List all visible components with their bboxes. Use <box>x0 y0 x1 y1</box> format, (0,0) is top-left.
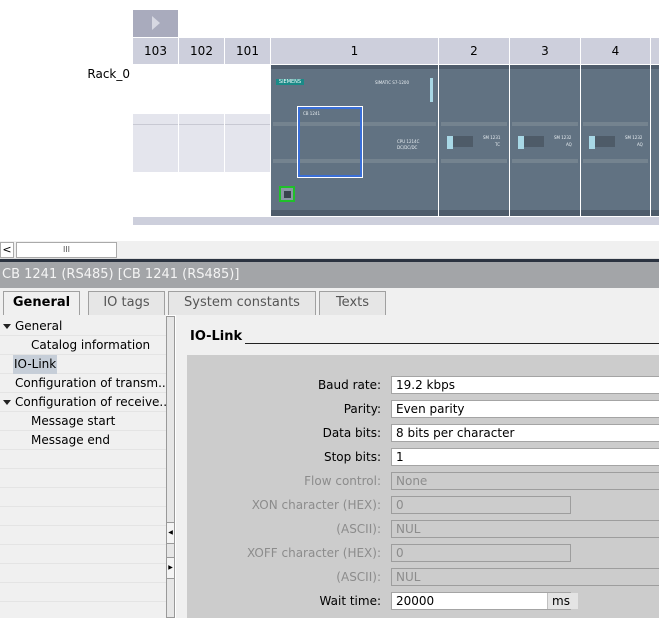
scroll-thumb[interactable]: III <box>16 242 117 258</box>
expand-right-icon[interactable]: ▶ <box>167 557 174 579</box>
tab-system-constants[interactable]: System constants <box>168 291 316 315</box>
empty-slot-103[interactable] <box>133 65 178 216</box>
cpu-type: DC/DC/DC <box>397 145 418 150</box>
stop-bits-label: Stop bits: <box>323 450 381 464</box>
signal-module-2[interactable]: SM 1231 TC <box>439 65 509 216</box>
baud-rate-field[interactable]: 19.2 kbps <box>391 376 659 394</box>
parity-field[interactable]: Even parity <box>391 400 659 418</box>
cpu-module[interactable]: SIEMENS SIMATIC S7-1200 CPU 1214C DC/DC/… <box>271 65 438 216</box>
xon-hex-value: 0 <box>396 498 404 512</box>
parity-label: Parity: <box>343 402 381 416</box>
tree-item-io-link[interactable]: IO-Link <box>0 355 166 374</box>
xoff-hex-field[interactable]: 0 <box>391 544 571 562</box>
cpu-series: SIMATIC S7-1200 <box>375 80 409 85</box>
parity-value: Even parity <box>396 402 465 416</box>
wait-time-unit: ms <box>547 593 578 609</box>
slot-header-103: 103 <box>133 38 178 64</box>
tab-texts[interactable]: Texts <box>319 291 386 315</box>
tree-splitter-scrollbar[interactable]: ◀ ▶ <box>166 316 175 618</box>
tab-io-tags[interactable]: IO tags <box>88 291 165 315</box>
tree-item-config-transmission[interactable]: Configuration of transm... <box>0 374 170 393</box>
flow-control-field[interactable]: None <box>391 472 659 490</box>
next-slot[interactable] <box>651 65 659 216</box>
wait-time-value: 20000 <box>396 594 435 608</box>
inspector-title: CB 1241 (RS485) [CB 1241 (RS485)] <box>0 262 659 288</box>
stop-bits-field[interactable]: 1 <box>391 448 659 466</box>
xoff-ascii-label: (ASCII): <box>336 570 381 584</box>
wait-time-field[interactable]: 20000 ms <box>391 592 578 610</box>
siemens-logo: SIEMENS <box>276 79 304 85</box>
xoff-hex-value: 0 <box>396 546 404 560</box>
slot-header-more <box>651 38 659 64</box>
xon-ascii-value: NUL <box>396 522 421 536</box>
xoff-ascii-field[interactable]: NUL <box>391 568 659 586</box>
baud-rate-label: Baud rate: <box>317 378 381 392</box>
xon-ascii-label: (ASCII): <box>336 522 381 536</box>
slot-header-3: 3 <box>510 38 580 64</box>
xon-hex-field[interactable]: 0 <box>391 496 571 514</box>
tab-general[interactable]: General <box>3 291 80 316</box>
rack-label: Rack_0 <box>87 67 130 81</box>
tree-item-message-start[interactable]: Message start <box>0 412 166 431</box>
slot-header-2: 2 <box>439 38 509 64</box>
cpu-model: CPU 1214C <box>397 139 420 144</box>
data-bits-field[interactable]: 8 bits per character <box>391 424 659 442</box>
signal-module-4[interactable]: SM 1232 AQ <box>581 65 650 216</box>
signal-module-3[interactable]: SM 1232 AQ <box>510 65 580 216</box>
tree-item-message-end[interactable]: Message end <box>0 431 166 450</box>
cb1241-board-selected[interactable]: CB 1241 <box>297 106 363 178</box>
xoff-hex-label: XOFF character (HEX): <box>246 546 381 560</box>
ethernet-port-icon[interactable] <box>279 186 295 202</box>
tree-item-general[interactable]: General <box>0 317 166 336</box>
expanded-triangle-icon[interactable] <box>3 400 11 405</box>
xoff-ascii-value: NUL <box>396 570 421 584</box>
empty-slot-101[interactable] <box>225 65 270 216</box>
xon-ascii-field[interactable]: NUL <box>391 520 659 538</box>
wait-time-label: Wait time: <box>319 594 381 608</box>
slot-header-4: 4 <box>581 38 650 64</box>
flow-control-label: Flow control: <box>304 474 381 488</box>
data-bits-label: Data bits: <box>322 426 381 440</box>
navigation-tree: General Catalog information IO-Link Conf… <box>0 315 171 618</box>
slot-header-102: 102 <box>179 38 224 64</box>
section-divider <box>245 343 659 344</box>
expanded-triangle-icon[interactable] <box>3 324 11 329</box>
section-title: IO-Link <box>190 329 243 344</box>
collapse-left-icon[interactable]: ◀ <box>167 522 174 544</box>
baud-rate-value: 19.2 kbps <box>396 378 455 392</box>
flow-control-value: None <box>396 474 428 488</box>
xon-hex-label: XON character (HEX): <box>251 498 381 512</box>
data-bits-value: 8 bits per character <box>396 426 515 440</box>
tree-item-catalog-information[interactable]: Catalog information <box>0 336 166 355</box>
slot-header-1: 1 <box>271 38 438 64</box>
tab-bar: General IO tags System constants Texts <box>0 288 659 316</box>
tree-item-config-receive[interactable]: Configuration of receive... <box>0 393 171 412</box>
empty-slot-102[interactable] <box>179 65 224 216</box>
scroll-left-button[interactable]: < <box>0 242 14 258</box>
stop-bits-value: 1 <box>396 450 404 464</box>
expand-arrow-button[interactable] <box>133 10 178 37</box>
rack-footer <box>133 217 659 225</box>
slot-header-101: 101 <box>225 38 270 64</box>
